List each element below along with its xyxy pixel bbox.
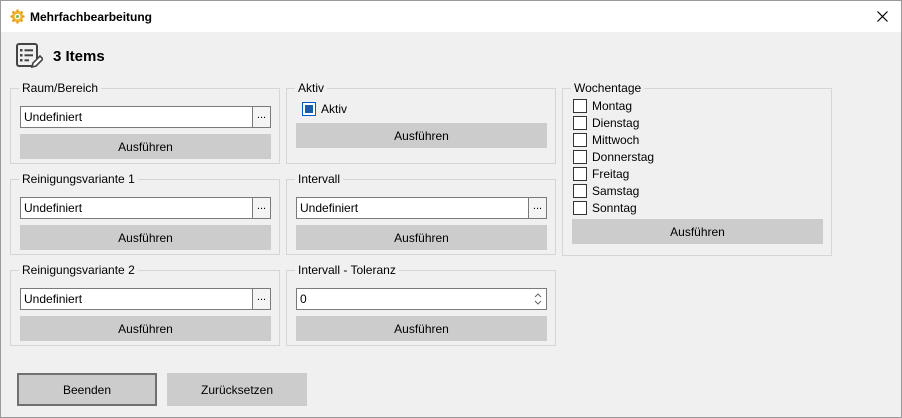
aktiv-execute-button[interactable]: Ausführen	[296, 123, 547, 148]
raum-bereich-execute-button[interactable]: Ausführen	[20, 134, 271, 159]
sonntag-checkbox[interactable]	[573, 201, 587, 215]
montag-checkbox[interactable]	[573, 99, 587, 113]
day-checkbox-row[interactable]: Donnerstag	[573, 149, 654, 165]
day-label: Donnerstag	[592, 150, 655, 164]
list-edit-icon	[16, 43, 43, 69]
reinigungsvariante-1-group: Reinigungsvariante 1 Undefiniert ... Aus…	[10, 172, 280, 255]
title-bar: Mehrfachbearbeitung	[1, 1, 901, 32]
field-value: Undefiniert	[300, 201, 359, 215]
day-checkbox-row[interactable]: Mittwoch	[573, 132, 639, 148]
group-legend: Raum/Bereich	[19, 81, 102, 95]
dienstag-checkbox[interactable]	[573, 116, 587, 130]
group-legend: Wochentage	[571, 81, 645, 95]
group-legend: Reinigungsvariante 1	[19, 172, 138, 186]
aktiv-checkbox[interactable]	[302, 102, 316, 116]
items-header: 3 Items	[15, 41, 105, 71]
browse-button[interactable]: ...	[252, 289, 270, 309]
day-label: Montag	[592, 99, 633, 113]
day-label: Samstag	[592, 184, 640, 198]
zuruecksetzen-button[interactable]: Zurücksetzen	[167, 373, 307, 406]
donnerstag-checkbox[interactable]	[573, 150, 587, 164]
toleranz-numeric-input[interactable]: 0	[296, 288, 547, 310]
wochentage-execute-button[interactable]: Ausführen	[572, 219, 823, 244]
aktiv-group: Aktiv Aktiv Ausführen	[286, 81, 556, 164]
day-label: Sonntag	[592, 201, 637, 215]
items-count-title: 3 Items	[53, 47, 105, 65]
intervall-toleranz-group: Intervall - Toleranz 0 Ausführen	[286, 263, 556, 346]
aktiv-checkbox-label: Aktiv	[321, 102, 348, 116]
browse-button[interactable]: ...	[252, 198, 270, 218]
day-label: Dienstag	[592, 116, 640, 130]
dialog-window: Mehrfachbearbeitung 3 Items Raum/Bereich…	[0, 0, 902, 418]
group-legend: Intervall	[295, 172, 344, 186]
toleranz-value: 0	[300, 292, 307, 306]
browse-button[interactable]: ...	[528, 198, 546, 218]
browse-button[interactable]: ...	[252, 107, 270, 127]
group-legend: Reinigungsvariante 2	[19, 263, 138, 277]
group-legend: Aktiv	[295, 81, 328, 95]
raum-bereich-group: Raum/Bereich Undefiniert ... Ausführen	[10, 81, 280, 164]
beenden-button[interactable]: Beenden	[17, 373, 157, 406]
field-value: Undefiniert	[24, 292, 83, 306]
wochentage-group: Wochentage Montag Dienstag Mittwoch Donn…	[562, 81, 832, 256]
close-button[interactable]	[863, 1, 901, 32]
intervall-field[interactable]: Undefiniert ...	[296, 197, 547, 219]
intervall-execute-button[interactable]: Ausführen	[296, 225, 547, 250]
day-label: Mittwoch	[592, 133, 640, 147]
window-title: Mehrfachbearbeitung	[30, 10, 153, 24]
samstag-checkbox[interactable]	[573, 184, 587, 198]
day-label: Freitag	[592, 167, 630, 181]
field-value: Undefiniert	[24, 201, 83, 215]
day-checkbox-row[interactable]: Samstag	[573, 183, 639, 199]
reinigungsvariante-2-group: Reinigungsvariante 2 Undefiniert ... Aus…	[10, 263, 280, 346]
mittwoch-checkbox[interactable]	[573, 133, 587, 147]
reinigungsvariante-2-execute-button[interactable]: Ausführen	[20, 316, 271, 341]
reinigungsvariante-1-field[interactable]: Undefiniert ...	[20, 197, 271, 219]
toleranz-execute-button[interactable]: Ausführen	[296, 316, 547, 341]
day-checkbox-row[interactable]: Montag	[573, 98, 632, 114]
field-value: Undefiniert	[24, 110, 83, 124]
spinner-arrows-icon[interactable]	[532, 290, 544, 308]
day-checkbox-row[interactable]: Dienstag	[573, 115, 639, 131]
freitag-checkbox[interactable]	[573, 167, 587, 181]
gear-icon	[10, 9, 25, 24]
reinigungsvariante-1-execute-button[interactable]: Ausführen	[20, 225, 271, 250]
close-icon	[876, 11, 888, 22]
aktiv-checkbox-row[interactable]: Aktiv	[302, 101, 347, 117]
intervall-group: Intervall Undefiniert ... Ausführen	[286, 172, 556, 255]
raum-bereich-field[interactable]: Undefiniert ...	[20, 106, 271, 128]
day-checkbox-row[interactable]: Sonntag	[573, 200, 637, 216]
group-legend: Intervall - Toleranz	[295, 263, 399, 277]
reinigungsvariante-2-field[interactable]: Undefiniert ...	[20, 288, 271, 310]
day-checkbox-row[interactable]: Freitag	[573, 166, 629, 182]
